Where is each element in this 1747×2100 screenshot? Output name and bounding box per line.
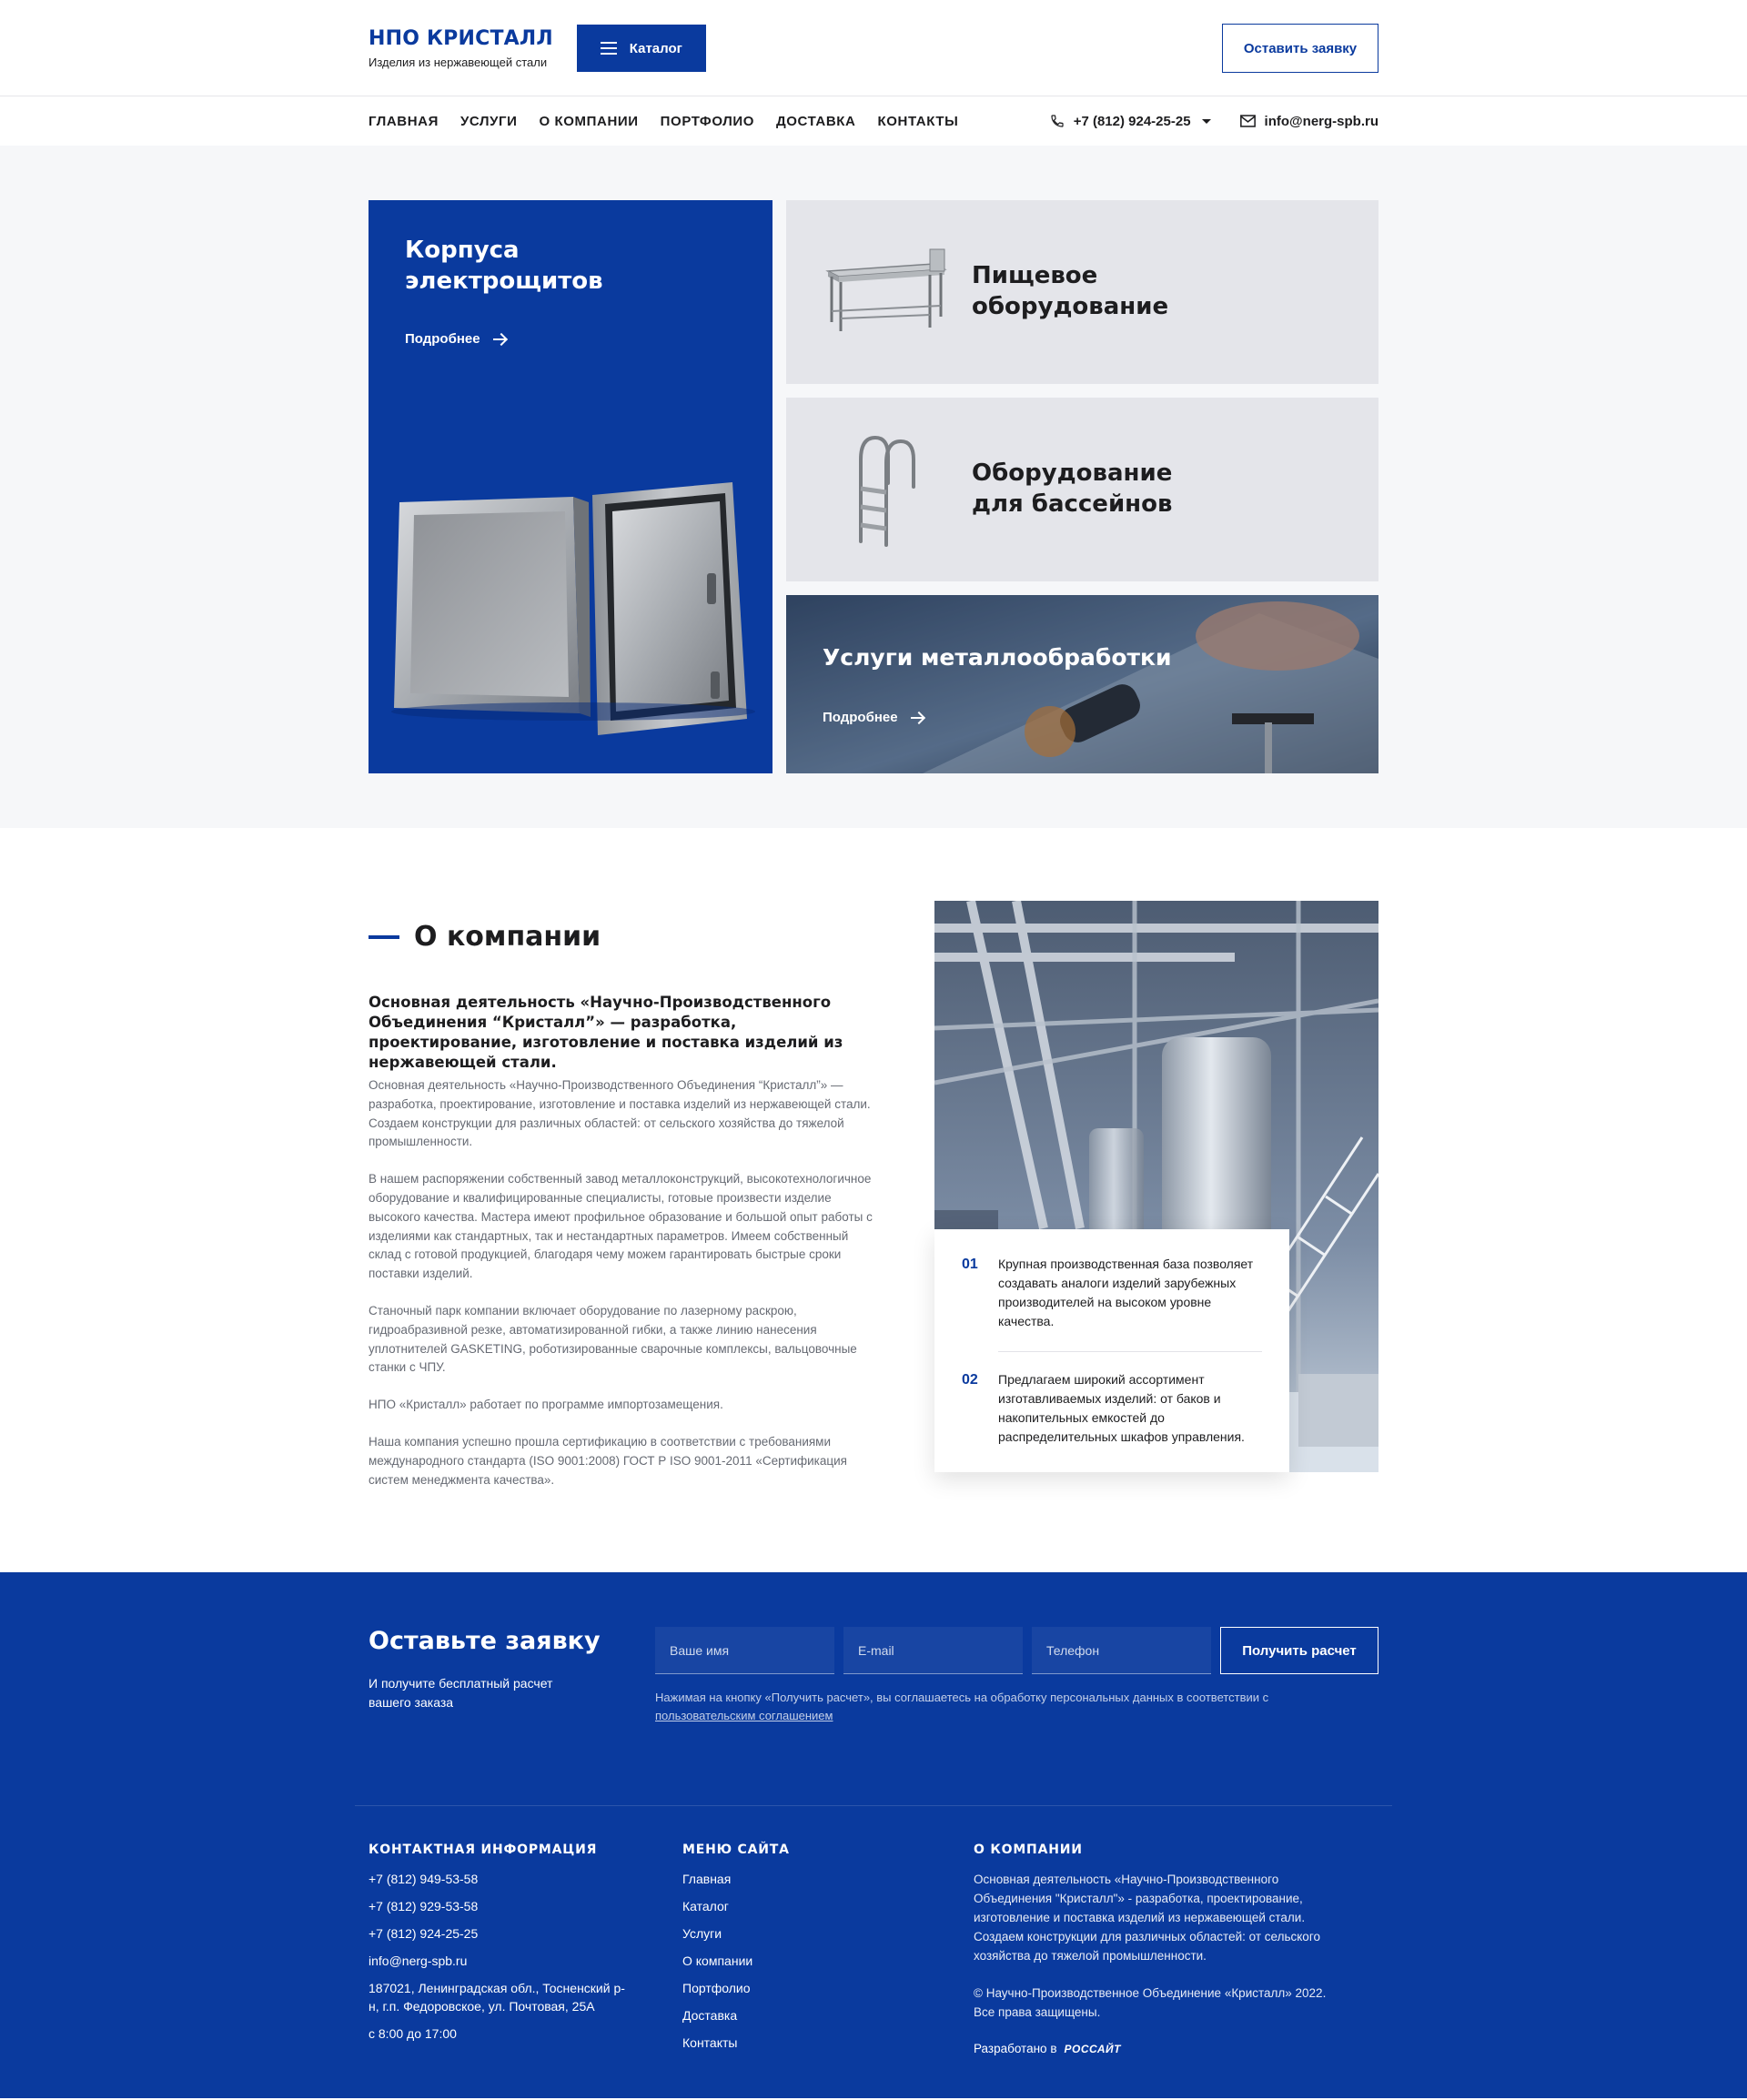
footer-phone[interactable]: +7 (812) 949-53-58	[369, 1870, 641, 1888]
footer-email[interactable]: info@nerg-spb.ru	[369, 1952, 641, 1970]
about-text-column: О компании Основная деятельность «Научно…	[369, 901, 883, 1489]
request-form-title: Оставьте заявку	[369, 1627, 601, 1655]
mail-icon	[1239, 115, 1256, 127]
header-email[interactable]: info@nerg-spb.ru	[1239, 113, 1378, 129]
about-paragraph: Основная деятельность «Научно-Производст…	[369, 1078, 871, 1149]
developer-label: Разработано в	[974, 2042, 1057, 2055]
about-title: О компании	[414, 921, 601, 953]
more-link[interactable]: Подробнее	[823, 710, 924, 725]
footer-heading: О КОМПАНИИ	[974, 1843, 1083, 1857]
top-bar: НПО КРИСТАЛЛ Изделия из нержавеющей стал…	[0, 0, 1747, 96]
request-form: Оставьте заявку И получите бесплатный ра…	[369, 1627, 1378, 1772]
logo-title: НПО КРИСТАЛЛ	[369, 27, 553, 50]
header-phone[interactable]: +7 (812) 924-25-25	[1050, 114, 1211, 129]
footer-about-text: Основная деятельность «Научно-Производст…	[974, 1873, 1320, 1963]
about-paragraph: НПО «Кристалл» работает по программе имп…	[369, 1398, 723, 1412]
logo[interactable]: НПО КРИСТАЛЛ Изделия из нержавеющей стал…	[369, 27, 553, 69]
developer-credit[interactable]: Разработано в РОССАЙТ	[974, 2042, 1356, 2055]
nav-item-home[interactable]: ГЛАВНАЯ	[369, 114, 439, 129]
phone-icon	[1051, 115, 1064, 127]
about-heading: О компании	[369, 921, 883, 953]
footer-menu-item-portfolio[interactable]: Портфолио	[682, 1979, 864, 1997]
footer-columns: КОНТАКТНАЯ ИНФОРМАЦИЯ +7 (812) 949-53-58…	[369, 1843, 1378, 2088]
electrical-cabinet-image	[391, 482, 755, 735]
divider	[998, 1351, 1262, 1352]
footer-menu-item-catalog[interactable]: Каталог	[682, 1897, 864, 1915]
about-section: О компании Основная деятельность «Научно…	[0, 828, 1747, 1572]
site-footer: Оставьте заявку И получите бесплатный ра…	[0, 1572, 1747, 2098]
feature-item: 02 Предлагаем широкий ассортимент изгота…	[962, 1370, 1262, 1447]
divider	[355, 1805, 1392, 1806]
email-input[interactable]	[858, 1642, 1023, 1658]
food-table-image	[825, 248, 947, 331]
footer-about: О КОМПАНИИ Основная деятельность «Научно…	[974, 1843, 1356, 2055]
phone-input[interactable]	[1046, 1642, 1211, 1658]
footer-menu-item-delivery[interactable]: Доставка	[682, 2006, 864, 2024]
feature-text: Крупная производственная база позволяет …	[998, 1257, 1254, 1328]
main-nav: ГЛАВНАЯ УСЛУГИ О КОМПАНИИ ПОРТФОЛИО ДОСТ…	[0, 96, 1747, 146]
footer-hours: с 8:00 до 17:00	[369, 2026, 457, 2041]
chevron-down-icon[interactable]	[1201, 118, 1211, 124]
catalog-button[interactable]: Каталог	[576, 25, 706, 72]
agreement-note: Нажимая на кнопку «Получить расчет», вы …	[655, 1691, 1269, 1722]
phone-field[interactable]	[1032, 1627, 1211, 1674]
category-card-title: Услуги металлообработки	[823, 644, 1172, 671]
metalworking-photo	[786, 595, 1378, 773]
nav-item-delivery[interactable]: ДОСТАВКА	[776, 114, 855, 129]
about-lead: Основная деятельность «Научно-Производст…	[369, 994, 843, 1071]
header-email-address: info@nerg-spb.ru	[1264, 113, 1378, 129]
category-section: Корпуса электрощитов Подробнее Пищевое о…	[0, 146, 1747, 828]
name-input[interactable]	[670, 1642, 834, 1658]
copyright: © Научно-Производственное Объединение «К…	[974, 1986, 1327, 2019]
about-body: Основная деятельность «Научно-Производст…	[369, 1076, 883, 1489]
catalog-button-label: Каталог	[629, 40, 682, 56]
category-card-electrical-cabinets[interactable]: Корпуса электрощитов Подробнее	[369, 200, 773, 773]
about-paragraph: В нашем распоряжении собственный завод м…	[369, 1172, 873, 1281]
footer-heading: МЕНЮ САЙТА	[682, 1843, 790, 1857]
category-card-title: Корпуса электрощитов	[405, 237, 603, 295]
request-form-subtitle: И получите бесплатный расчет вашего зака…	[369, 1676, 553, 1710]
footer-heading: КОНТАКТНАЯ ИНФОРМАЦИЯ	[369, 1843, 598, 1857]
footer-menu-item-home[interactable]: Главная	[682, 1870, 864, 1888]
footer-address: 187021, Ленинградская обл., Тосненский р…	[369, 1981, 625, 2014]
heading-accent-line	[369, 934, 399, 939]
category-card-title: Оборудование для бассейнов	[972, 459, 1173, 518]
feature-item: 01 Крупная производственная база позволя…	[962, 1255, 1262, 1331]
features-card: 01 Крупная производственная база позволя…	[934, 1229, 1289, 1472]
site-header: НПО КРИСТАЛЛ Изделия из нержавеющей стал…	[0, 0, 1747, 146]
name-field[interactable]	[655, 1627, 834, 1674]
category-card-title: Пищевое оборудование	[972, 262, 1169, 320]
arrow-right-icon	[910, 716, 924, 719]
header-phone-number: +7 (812) 924-25-25	[1073, 113, 1191, 129]
more-link[interactable]: Подробнее	[405, 331, 506, 347]
feature-number: 01	[962, 1257, 978, 1272]
category-card-metalworking[interactable]: Услуги металлообработки Подробнее	[786, 595, 1378, 773]
developer-logo: РОССАЙТ	[1064, 2042, 1121, 2055]
nav-item-portfolio[interactable]: ПОРТФОЛИО	[661, 114, 754, 129]
category-card-food-equipment[interactable]: Пищевое оборудование	[786, 200, 1378, 384]
footer-menu-item-contacts[interactable]: Контакты	[682, 2034, 864, 2052]
nav-item-about[interactable]: О КОМПАНИИ	[540, 114, 639, 129]
menu-icon	[600, 42, 617, 55]
footer-phone[interactable]: +7 (812) 924-25-25	[369, 1924, 641, 1943]
category-card-pool-equipment[interactable]: Оборудование для бассейнов	[786, 398, 1378, 581]
about-paragraph: Наша компания успешно прошла сертификаци…	[369, 1434, 847, 1487]
submit-button[interactable]: Получить расчет	[1220, 1627, 1378, 1674]
footer-menu: МЕНЮ САЙТА Главная Каталог Услуги О комп…	[682, 1843, 864, 2061]
footer-menu-item-services[interactable]: Услуги	[682, 1924, 864, 1943]
pool-ladder-image	[859, 435, 915, 547]
about-paragraph: Станочный парк компании включает оборудо…	[369, 1303, 857, 1375]
footer-phone[interactable]: +7 (812) 929-53-58	[369, 1897, 641, 1915]
email-field[interactable]	[843, 1627, 1023, 1674]
agreement-link[interactable]: пользовательским соглашением	[655, 1709, 833, 1722]
arrow-right-icon	[492, 338, 506, 340]
footer-contacts: КОНТАКТНАЯ ИНФОРМАЦИЯ +7 (812) 949-53-58…	[369, 1843, 641, 2052]
feature-text: Предлагаем широкий ассортимент изготавли…	[998, 1372, 1245, 1444]
nav-item-contacts[interactable]: КОНТАКТЫ	[877, 114, 958, 129]
nav-item-services[interactable]: УСЛУГИ	[460, 114, 518, 129]
footer-menu-item-about[interactable]: О компании	[682, 1952, 864, 1970]
request-button[interactable]: Оставить заявку	[1222, 24, 1378, 73]
logo-subtitle: Изделия из нержавеющей стали	[369, 56, 548, 69]
feature-number: 02	[962, 1372, 978, 1388]
